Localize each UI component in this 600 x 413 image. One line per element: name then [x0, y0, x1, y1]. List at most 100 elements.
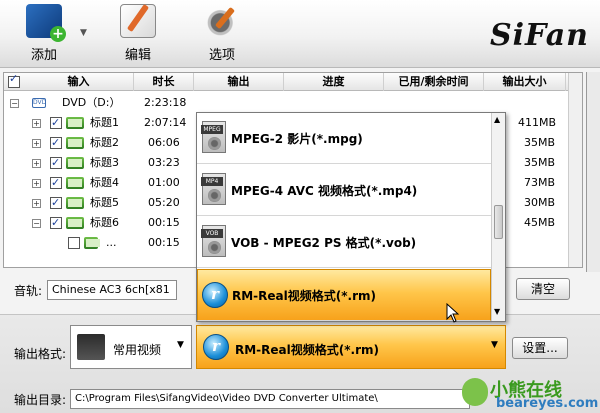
row-title: 标题5	[90, 196, 119, 209]
row-checkbox[interactable]	[50, 153, 62, 173]
expand-icon[interactable]: +	[32, 179, 41, 188]
option-label: VOB - MPEG2 PS 格式(*.vob)	[231, 236, 417, 250]
row-duration: 03:23	[148, 156, 180, 169]
row-title: 标题4	[90, 176, 119, 189]
row-checkbox[interactable]	[50, 193, 62, 213]
realmedia-icon	[203, 334, 229, 360]
settings-button[interactable]: 设置...	[512, 337, 568, 359]
format-option-mpeg2[interactable]: MPEG MPEG-2 影片(*.mpg)	[197, 113, 491, 164]
format-select[interactable]: RM-Real视频格式(*.rm) ▼	[196, 325, 506, 369]
expand-icon[interactable]: +	[32, 119, 41, 128]
film-icon	[66, 177, 84, 189]
audio-track-value: Chinese AC3 6ch[x81	[52, 283, 170, 296]
film-icon	[66, 117, 84, 129]
audio-track-select[interactable]: Chinese AC3 6ch[x81	[47, 280, 177, 300]
disc-duration: 2:23:18	[144, 96, 187, 109]
table-scrollbar[interactable]	[568, 73, 582, 267]
collapse-icon[interactable]: −	[32, 219, 41, 228]
scroll-down-icon[interactable]: ▼	[494, 307, 500, 316]
row-checkbox[interactable]	[50, 133, 62, 153]
row-size: 411MB	[518, 116, 557, 129]
film-icon	[84, 237, 100, 249]
options-button[interactable]: 选项	[192, 4, 252, 64]
option-label: MPEG-4 AVC 视频格式(*.mp4)	[231, 184, 418, 198]
row-title: 标题6	[90, 216, 119, 229]
disc-row[interactable]: − DVD DVD（D:） 2:23:18	[4, 93, 584, 113]
options-label: 选项	[208, 48, 235, 63]
mp4-file-icon: MP4	[201, 173, 226, 205]
category-select[interactable]: 常用视频 ▼	[70, 325, 192, 369]
vob-file-icon: VOB	[201, 225, 226, 257]
brand-logo: SiFan	[490, 18, 589, 53]
output-format-label: 输出格式:	[14, 347, 67, 361]
format-option-mp4[interactable]: MP4 MPEG-4 AVC 视频格式(*.mp4)	[197, 165, 491, 216]
dvd-icon: DVD	[32, 98, 47, 108]
site-watermark: 小熊在线 beareyes.com	[462, 376, 600, 413]
row-title: ...	[106, 236, 117, 249]
chevron-down-icon: ▼	[177, 340, 184, 350]
edit-icon	[120, 4, 156, 38]
row-title: 标题3	[90, 156, 119, 169]
film-icon	[66, 137, 84, 149]
row-size: 35MB	[524, 136, 556, 149]
expand-icon[interactable]: +	[32, 199, 41, 208]
col-duration[interactable]: 时长	[134, 73, 194, 91]
scroll-thumb[interactable]	[494, 205, 503, 239]
add-label: 添加	[30, 48, 57, 63]
option-label: MPEG-2 影片(*.mpg)	[231, 132, 363, 146]
row-duration: 01:00	[148, 176, 180, 189]
wrench-icon	[204, 4, 240, 38]
row-duration: 00:15	[148, 216, 180, 229]
row-duration: 00:15	[148, 236, 180, 249]
col-input[interactable]: 输入	[24, 73, 134, 91]
mouse-cursor-icon	[446, 303, 460, 323]
col-size[interactable]: 输出大小	[484, 73, 566, 91]
row-size: 35MB	[524, 156, 556, 169]
add-dropdown-arrow-icon[interactable]: ▼	[80, 28, 87, 38]
chevron-down-icon: ▼	[491, 340, 498, 350]
output-dir-field[interactable]: C:\Program Files\SifangVideo\Video DVD C…	[70, 389, 470, 409]
collapse-icon[interactable]: −	[10, 99, 19, 108]
col-elapsed[interactable]: 已用/剩余时间	[384, 73, 484, 91]
col-output[interactable]: 输出	[194, 73, 284, 91]
row-size: 73MB	[524, 176, 556, 189]
row-title: 标题1	[90, 116, 119, 129]
row-checkbox[interactable]	[50, 113, 62, 133]
add-video-icon	[26, 4, 66, 42]
add-button[interactable]: 添加	[14, 4, 74, 64]
audio-label: 音轨:	[14, 284, 43, 298]
row-duration: 2:07:14	[144, 116, 187, 129]
row-checkbox[interactable]	[68, 237, 80, 249]
film-icon	[66, 157, 84, 169]
scroll-up-icon[interactable]: ▲	[494, 115, 500, 124]
option-label: RM-Real视频格式(*.rm)	[232, 289, 376, 303]
toolbar: 添加 ▼ 编辑 选项 SiFan	[0, 0, 600, 68]
film-icon	[66, 197, 84, 209]
bear-logo-icon	[462, 378, 488, 406]
edit-label: 编辑	[124, 48, 151, 63]
format-dropdown: MPEG MPEG-2 影片(*.mpg) MP4 MPEG-4 AVC 视频格…	[196, 112, 506, 322]
select-all-checkbox[interactable]	[8, 72, 20, 88]
row-checkbox[interactable]	[50, 213, 62, 233]
realmedia-icon	[202, 282, 228, 308]
output-dir-value: C:\Program Files\SifangVideo\Video DVD C…	[75, 393, 378, 404]
expand-icon[interactable]: +	[32, 139, 41, 148]
format-value: RM-Real视频格式(*.rm)	[235, 343, 379, 357]
output-dir-label: 输出目录:	[14, 393, 67, 407]
row-checkbox[interactable]	[50, 173, 62, 193]
row-duration: 06:06	[148, 136, 180, 149]
preview-panel-edge	[586, 72, 600, 282]
watermark-en: beareyes.com	[496, 396, 599, 411]
clear-button[interactable]: 清空	[516, 278, 570, 300]
edit-button[interactable]: 编辑	[108, 4, 168, 64]
row-size: 30MB	[524, 196, 556, 209]
expand-icon[interactable]: +	[32, 159, 41, 168]
col-progress[interactable]: 进度	[284, 73, 384, 91]
table-header: 输入 时长 输出 进度 已用/剩余时间 输出大小	[4, 72, 582, 91]
mpeg-file-icon: MPEG	[201, 121, 226, 153]
row-title: 标题2	[90, 136, 119, 149]
format-option-vob[interactable]: VOB VOB - MPEG2 PS 格式(*.vob)	[197, 217, 491, 268]
dropdown-scrollbar[interactable]: ▲ ▼	[491, 113, 505, 321]
clapperboard-icon	[77, 334, 105, 360]
film-icon	[66, 217, 84, 229]
